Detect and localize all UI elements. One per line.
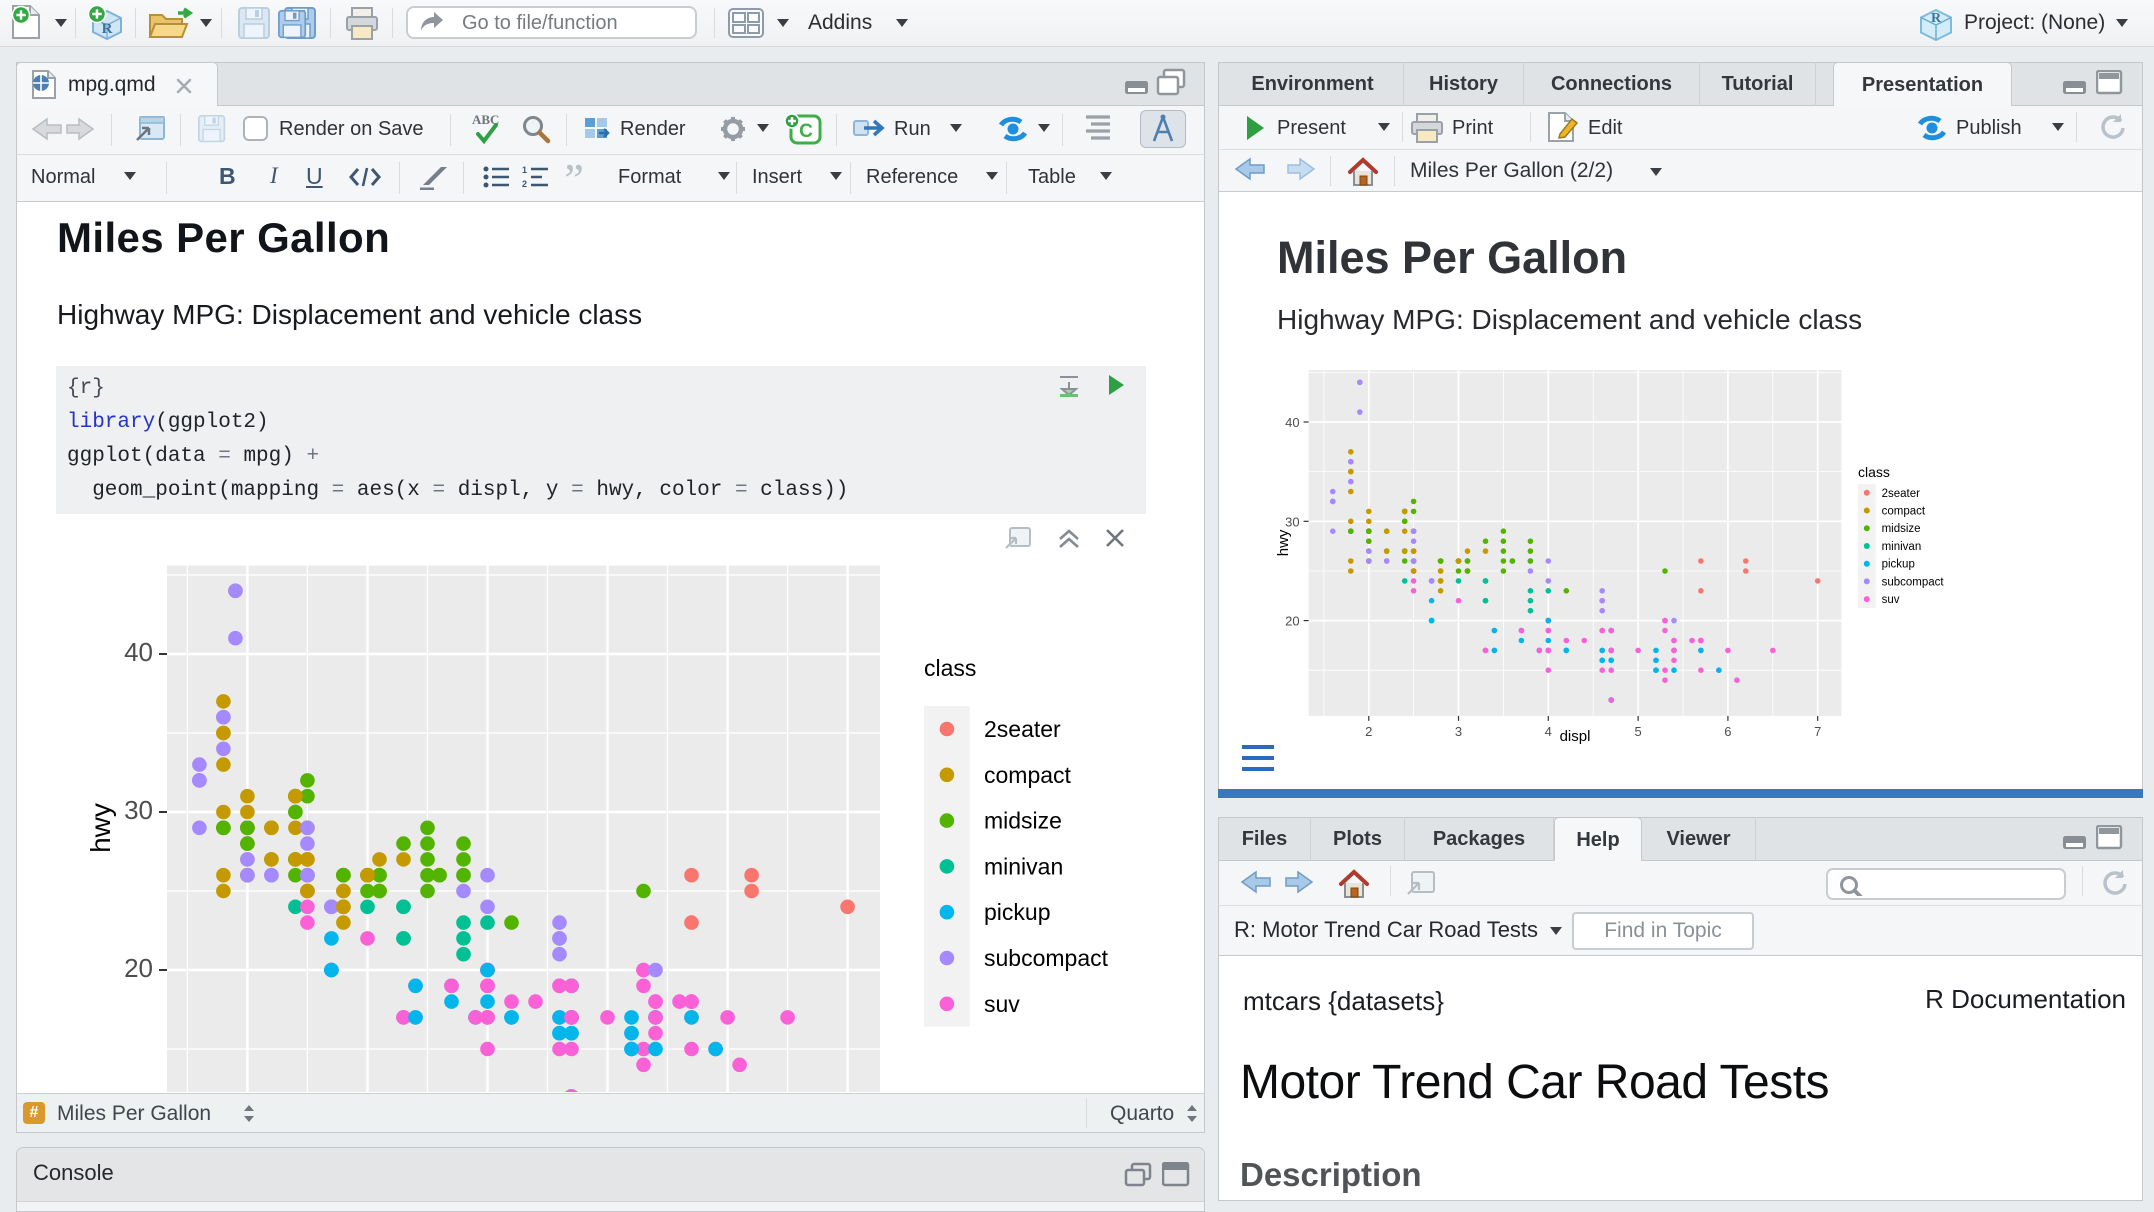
svg-text:40: 40 — [124, 637, 153, 667]
svg-text:pickup: pickup — [1882, 559, 1915, 571]
svg-text:suv: suv — [984, 991, 1020, 1017]
svg-text:40: 40 — [1285, 415, 1299, 430]
svg-text:C: C — [799, 121, 813, 142]
svg-text:7: 7 — [1814, 724, 1821, 739]
svg-text:4: 4 — [1545, 724, 1552, 739]
svg-text:minivan: minivan — [1882, 541, 1922, 553]
svg-text:2seater: 2seater — [984, 716, 1061, 742]
svg-text:R: R — [102, 21, 113, 37]
svg-text:30: 30 — [124, 795, 153, 825]
svg-text:2: 2 — [1365, 724, 1372, 739]
svg-text:compact: compact — [984, 762, 1072, 788]
svg-text:hwy: hwy — [85, 803, 116, 853]
svg-text:midsize: midsize — [1882, 523, 1921, 535]
svg-text:20: 20 — [124, 953, 153, 983]
svg-text:compact: compact — [1882, 506, 1926, 518]
svg-text:pickup: pickup — [984, 899, 1050, 925]
svg-text:displ: displ — [1560, 728, 1591, 745]
svg-text:20: 20 — [1285, 614, 1299, 629]
svg-text:1: 1 — [522, 165, 527, 175]
svg-text:2seater: 2seater — [1882, 488, 1921, 500]
svg-text:subcompact: subcompact — [1882, 576, 1945, 588]
svg-text:class: class — [924, 655, 976, 681]
svg-text:6: 6 — [1724, 724, 1731, 739]
svg-text:R: R — [1931, 11, 1942, 26]
svg-text:3: 3 — [1455, 724, 1462, 739]
svg-text:midsize: midsize — [984, 808, 1062, 834]
svg-text:suv: suv — [1882, 594, 1900, 606]
svg-text:5: 5 — [1634, 724, 1641, 739]
svg-text:class: class — [1858, 464, 1890, 480]
svg-text:30: 30 — [1285, 514, 1299, 529]
svg-text:minivan: minivan — [984, 853, 1063, 879]
svg-text:2: 2 — [522, 179, 527, 189]
svg-text:hwy: hwy — [1275, 529, 1292, 556]
svg-text:subcompact: subcompact — [984, 945, 1109, 971]
